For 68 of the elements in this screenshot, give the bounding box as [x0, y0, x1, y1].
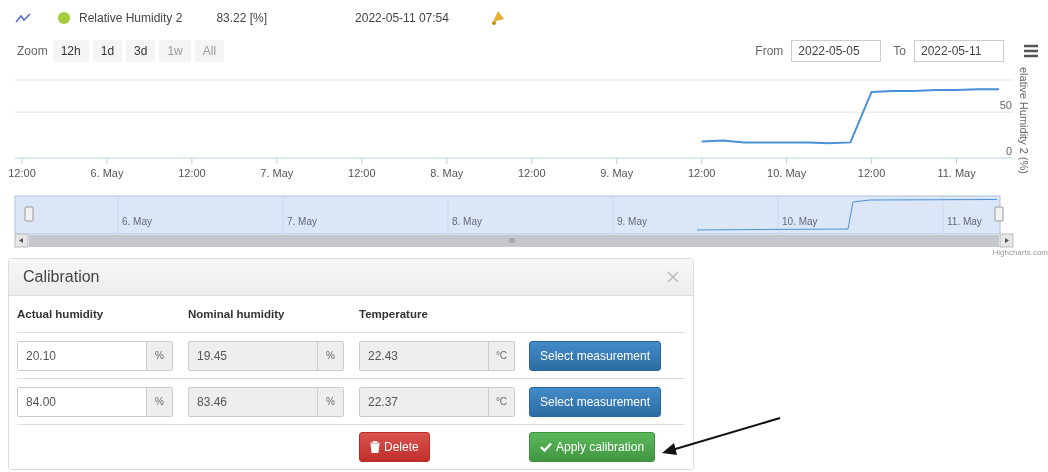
- input-field[interactable]: 84.00 %: [17, 386, 173, 417]
- scroll-grip-icon[interactable]: [509, 237, 515, 244]
- x-axis-label: 12:00: [8, 167, 36, 179]
- from-date-field[interactable]: 2022-05-05: [791, 40, 882, 62]
- unit-label: °C: [488, 387, 514, 416]
- x-axis-label: 7. May: [260, 167, 294, 179]
- scroll-left-icon[interactable]: [14, 233, 29, 248]
- navigator-handle[interactable]: [994, 206, 1004, 222]
- close-icon[interactable]: [667, 271, 679, 283]
- column-header: Nominal humidity: [188, 308, 285, 320]
- value-input[interactable]: 84.00: [18, 387, 146, 416]
- x-axis-label: 12:00: [518, 167, 546, 179]
- x-axis-label: 11. May: [937, 167, 976, 179]
- unit-label: °C: [488, 341, 514, 370]
- unit-label: %: [146, 341, 172, 370]
- x-axis-label: 9. May: [600, 167, 634, 179]
- y-axis-label: 0: [1005, 145, 1012, 157]
- value-input[interactable]: 83.46: [189, 387, 317, 416]
- x-axis-label: 12:00: [687, 167, 716, 179]
- x-axis-label: 6. May: [90, 167, 124, 179]
- navigator-label: 8. May: [452, 216, 482, 227]
- zoom-button[interactable]: 1d: [92, 40, 123, 62]
- trash-icon: [370, 441, 380, 453]
- column-header: Actual humidity: [17, 308, 104, 320]
- column-header: Temperature: [359, 308, 428, 320]
- line-chart-icon[interactable]: [15, 13, 31, 23]
- from-label: From: [755, 44, 784, 58]
- check-icon: [540, 442, 552, 452]
- readonly-field[interactable]: 19.45 %: [188, 340, 344, 371]
- status-dot-icon: [57, 11, 71, 25]
- navigator-label: 11. May: [947, 216, 982, 227]
- select-measurement-button[interactable]: Select measurement: [529, 340, 662, 371]
- menu-icon[interactable]: [1024, 44, 1038, 58]
- y-axis-title: elative Humidity 2 (%): [1018, 67, 1030, 174]
- scroll-right-icon[interactable]: [999, 233, 1014, 248]
- x-axis-label: 12:00: [857, 167, 886, 179]
- value-input[interactable]: 22.37: [360, 387, 488, 416]
- series-name: Relative Humidity 2: [79, 11, 183, 25]
- value-input[interactable]: 20.10: [18, 341, 146, 370]
- x-axis-label: 12:00: [348, 167, 376, 179]
- timestamp: 2022-05-11 07:54: [355, 11, 449, 25]
- zoom-button[interactable]: 12h: [52, 40, 89, 62]
- current-value: 83.22 [%]: [216, 11, 268, 25]
- readonly-field[interactable]: 22.43 °C: [359, 340, 515, 371]
- unit-label: %: [146, 387, 172, 416]
- readonly-field[interactable]: 22.37 °C: [359, 386, 515, 417]
- zoom-label: Zoom: [17, 44, 48, 58]
- panel-title: Calibration: [23, 268, 100, 286]
- select-measurement-button[interactable]: Select measurement: [529, 386, 662, 417]
- zoom-button[interactable]: 3d: [126, 40, 156, 62]
- navigator-handle[interactable]: [24, 206, 34, 222]
- to-label: To: [893, 44, 906, 58]
- unit-label: %: [317, 387, 343, 416]
- to-date-field[interactable]: 2022-05-11: [914, 40, 1004, 62]
- navigator-label: 9. May: [617, 216, 647, 227]
- delete-button[interactable]: Delete: [359, 432, 430, 462]
- input-field[interactable]: 20.10 %: [17, 340, 173, 371]
- value-input[interactable]: 22.43: [360, 341, 488, 370]
- navigator-label: 10. May: [782, 216, 818, 227]
- y-axis-label: 50: [999, 99, 1012, 112]
- readonly-field[interactable]: 83.46 %: [188, 386, 344, 417]
- value-input[interactable]: 19.45: [189, 341, 317, 370]
- unit-label: %: [317, 341, 343, 370]
- x-axis-label: 10. May: [767, 167, 807, 179]
- navigator-label: 7. May: [287, 216, 317, 227]
- x-axis-label: 8. May: [430, 167, 464, 179]
- x-axis-label: 12:00: [178, 167, 206, 179]
- navigator-label: 6. May: [122, 216, 152, 227]
